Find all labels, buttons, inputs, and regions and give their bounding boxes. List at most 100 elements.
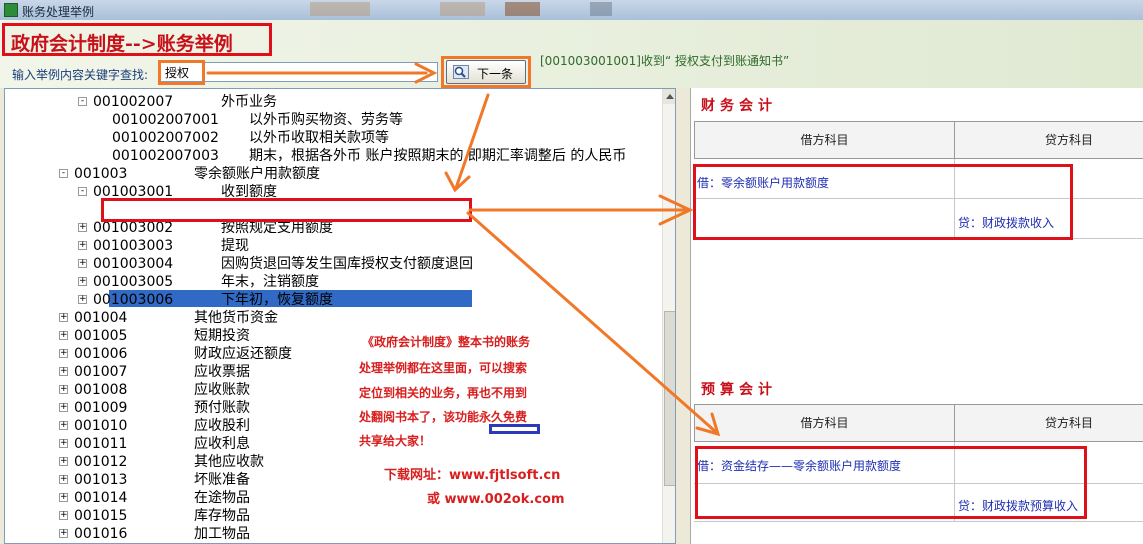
tree-node[interactable]: +001012 其他应收款 xyxy=(5,453,662,471)
tree-node-name: 预付账款 xyxy=(194,400,250,416)
tree-node[interactable]: +001016 加工物品 xyxy=(5,525,662,543)
entries-panel: 财务会计 借方科目 贷方科目 借：零余额账户用款额度 贷：财政拨款收入 预算会计… xyxy=(690,88,1143,544)
expand-toggle-icon[interactable]: + xyxy=(59,439,68,448)
download-url: 下载网址：www.fjtlsoft.cn xyxy=(384,468,561,483)
tree-node-name: 以外币购买物资、劳务等 xyxy=(249,112,403,128)
tree-node-code: 001008 xyxy=(74,382,128,398)
tree-node[interactable]: +001003005 年末，注销额度 xyxy=(5,273,662,291)
tree-node[interactable]: +001004 其他货币资金 xyxy=(5,309,662,327)
tree-node[interactable]: +001009 预付账款 xyxy=(5,399,662,417)
tree-node-name: 应收利息 xyxy=(194,436,250,452)
tree-node-code: 001009 xyxy=(74,400,128,416)
tree-node[interactable]: +001005 短期投资 xyxy=(5,327,662,345)
credit-header: 贷方科目 xyxy=(1044,416,1093,430)
tree-scrollbar[interactable] xyxy=(662,89,675,543)
financial-highlight-box xyxy=(693,164,1073,240)
note-line: 《政府会计制度》整本书的账务 xyxy=(362,335,531,349)
tree-node-code: 001002007001 xyxy=(112,112,219,128)
scroll-thumb[interactable] xyxy=(664,311,675,486)
tree-node-code: 001011 xyxy=(74,436,128,452)
expand-toggle-icon[interactable]: + xyxy=(59,421,68,430)
expand-toggle-icon[interactable]: + xyxy=(59,493,68,502)
expand-toggle-icon[interactable]: + xyxy=(59,331,68,340)
tree-node-code: 001002007 xyxy=(93,94,174,110)
tree-node[interactable]: +001003004 因购货退回等发生国库授权支付额度退回 xyxy=(5,255,662,273)
expand-toggle-icon[interactable]: + xyxy=(59,475,68,484)
expand-toggle-icon[interactable]: + xyxy=(59,349,68,358)
expand-toggle-icon[interactable]: + xyxy=(59,313,68,322)
collapse-toggle-icon[interactable]: - xyxy=(78,187,87,196)
tree-node[interactable]: 001002007003 期末，根据各外币 账户按照期末的 即期汇率调整后 的人民… xyxy=(5,147,662,165)
expand-toggle-icon[interactable]: + xyxy=(78,259,87,268)
debit-header: 借方科目 xyxy=(695,405,955,441)
expand-toggle-icon[interactable]: + xyxy=(59,457,68,466)
tree-node[interactable]: +001010 应收股利 xyxy=(5,417,662,435)
note-line: 定位到相关的业务，再也不用到 xyxy=(359,386,528,400)
blurred-region xyxy=(590,2,612,16)
tree-node-name: 库存物品 xyxy=(194,508,250,524)
tree-node[interactable]: +001006 财政应返还额度 xyxy=(5,345,662,363)
tree-node-name: 短期投资 xyxy=(194,328,250,344)
expand-toggle-icon[interactable]: + xyxy=(59,529,68,538)
search-highlight-box xyxy=(158,60,205,85)
expand-toggle-icon[interactable]: + xyxy=(78,295,87,304)
tree-node-code: 001002007003 xyxy=(112,148,219,164)
tree-node[interactable]: +001015 库存物品 xyxy=(5,507,662,525)
expand-toggle-icon[interactable]: + xyxy=(78,277,87,286)
collapse-toggle-icon[interactable]: - xyxy=(59,169,68,178)
expand-toggle-icon[interactable]: + xyxy=(59,511,68,520)
next-button-highlight-box xyxy=(441,56,531,88)
expand-toggle-icon[interactable]: + xyxy=(59,385,68,394)
tree-node-name: 在途物品 xyxy=(194,490,250,506)
tree-node[interactable]: +001003003 提现 xyxy=(5,237,662,255)
note-line: 处翻阅书本了，该功能永久免费 xyxy=(359,410,528,424)
tree-node-code: 001004 xyxy=(74,310,128,326)
tree-node-name: 加工物品 xyxy=(194,526,250,542)
tree-node-name: 下年初，恢复额度 xyxy=(221,292,333,308)
alternate-url: 或 www.002ok.com xyxy=(427,492,565,507)
tree-node[interactable]: +001013 坏账准备 xyxy=(5,471,662,489)
panel-splitter[interactable] xyxy=(676,88,690,544)
tree-node-code: 001003003 xyxy=(93,238,174,254)
budget-table-header: 借方科目 贷方科目 xyxy=(694,404,1143,442)
account-tree[interactable]: -001002007 外币业务 001002007001 以外币购买物资、劳务等 001… xyxy=(4,88,676,544)
tree-node-code: 001003 xyxy=(74,166,128,182)
tree-node[interactable]: +001007 应收票据 xyxy=(5,363,662,381)
scroll-up-button[interactable] xyxy=(663,89,675,104)
expand-toggle-icon[interactable]: + xyxy=(59,367,68,376)
tree-node[interactable]: +001008 应收账款 xyxy=(5,381,662,399)
tree-node-code: 001013 xyxy=(74,472,128,488)
tree-node[interactable]: -001002007 外币业务 xyxy=(5,93,662,111)
collapse-toggle-icon[interactable]: - xyxy=(78,97,87,106)
tree-node[interactable]: +001003006 下年初，恢复额度 xyxy=(5,291,662,309)
financial-section-title: 财务会计 xyxy=(701,98,777,114)
tree-node-name: 提现 xyxy=(221,238,249,254)
blurred-region xyxy=(310,2,370,16)
expand-toggle-icon[interactable]: + xyxy=(78,241,87,250)
tree-node-name: 因购货退回等发生国库授权支付额度退回 xyxy=(221,256,473,272)
tree-node-code: 001003006 xyxy=(93,292,174,308)
tree-node-name: 其他货币资金 xyxy=(194,310,278,326)
tree-node[interactable]: -001003 零余额账户用款额度 xyxy=(5,165,662,183)
tree-node-name: 应收票据 xyxy=(194,364,250,380)
page-title-box: 政府会计制度-->账务举例 xyxy=(2,23,272,56)
page-title: 政府会计制度-->账务举例 xyxy=(11,33,233,55)
expand-toggle-icon[interactable]: + xyxy=(59,403,68,412)
blurred-region xyxy=(440,2,485,16)
grid-line xyxy=(694,521,1143,522)
tree-node-code: 001016 xyxy=(74,526,128,542)
tree-node-code: 001012 xyxy=(74,454,128,470)
tree-node-name: 外币业务 xyxy=(221,94,277,110)
selected-node-highlight xyxy=(101,198,472,222)
current-path: [001003001001]收到“ 授权支付到账通知书” xyxy=(540,54,790,68)
budget-highlight-box xyxy=(695,446,1087,519)
tree-node[interactable]: 001002007002 以外币收取相关款项等 xyxy=(5,129,662,147)
tree-node[interactable]: 001002007001 以外币购买物资、劳务等 xyxy=(5,111,662,129)
tree-node[interactable]: +001011 应收利息 xyxy=(5,435,662,453)
tree-node-code: 001006 xyxy=(74,346,128,362)
credit-header: 贷方科目 xyxy=(1044,133,1093,147)
tree-node-code: 001005 xyxy=(74,328,128,344)
tree-node-code: 001003004 xyxy=(93,256,174,272)
expand-toggle-icon[interactable]: + xyxy=(78,223,87,232)
app-icon xyxy=(4,3,18,17)
